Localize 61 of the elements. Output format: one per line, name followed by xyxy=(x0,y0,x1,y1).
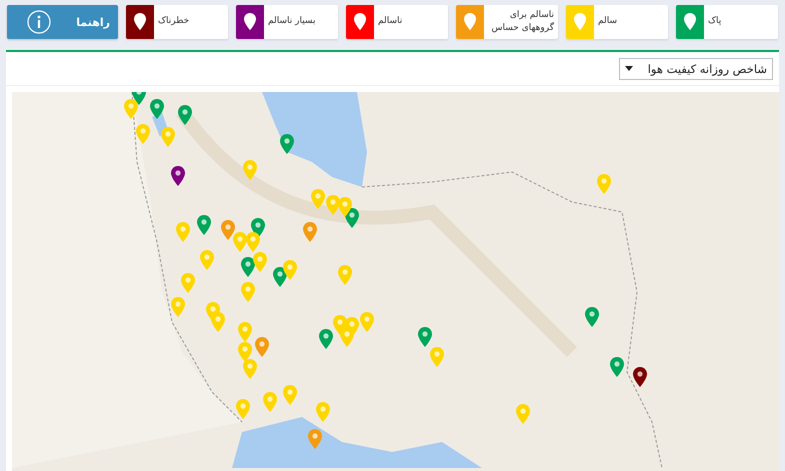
map-marker-icon[interactable] xyxy=(253,252,267,272)
map-marker-icon[interactable] xyxy=(171,166,185,186)
map-marker-icon[interactable] xyxy=(283,385,297,406)
map-marker-icon[interactable] xyxy=(150,99,164,120)
map-marker-icon[interactable] xyxy=(418,327,432,348)
map-marker-icon[interactable] xyxy=(238,342,252,362)
map-marker-icon[interactable] xyxy=(161,127,175,148)
help-button[interactable]: راهنما xyxy=(7,5,118,39)
map-marker-icon[interactable] xyxy=(610,357,624,378)
map-marker-icon[interactable] xyxy=(430,347,444,368)
map-marker-icon[interactable] xyxy=(316,402,330,422)
map-marker-icon[interactable] xyxy=(283,260,297,280)
map-marker-icon[interactable] xyxy=(255,337,269,358)
index-dropdown[interactable]: شاخص روزانه کیفیت هوا xyxy=(619,58,773,80)
map-marker-icon[interactable] xyxy=(241,282,255,302)
map-marker-icon[interactable] xyxy=(243,160,257,180)
legend-label: ناسالم xyxy=(377,15,404,28)
map-marker-icon[interactable] xyxy=(633,367,647,388)
map-marker-icon[interactable] xyxy=(326,195,340,216)
legend-label: پاک xyxy=(707,15,722,28)
map-marker-icon[interactable] xyxy=(246,232,260,252)
location-pin-icon xyxy=(464,13,476,31)
legend-label: سالم xyxy=(597,15,618,28)
map-marker-icon[interactable] xyxy=(319,329,333,350)
map-marker-icon[interactable] xyxy=(124,99,138,120)
legend-label: بسیار ناسالم xyxy=(267,15,316,28)
location-pin-icon xyxy=(134,13,146,31)
map-marker-icon[interactable] xyxy=(200,250,214,270)
caret-icon xyxy=(625,66,633,71)
map-marker-icon[interactable] xyxy=(178,105,192,126)
map-marker-icon[interactable] xyxy=(238,322,252,342)
map-marker-icon[interactable] xyxy=(338,265,352,286)
map-marker-icon[interactable] xyxy=(241,257,255,278)
location-pin-icon xyxy=(574,13,586,31)
map-marker-icon[interactable] xyxy=(233,232,247,252)
map-marker-icon[interactable] xyxy=(338,197,352,218)
map-marker-icon[interactable] xyxy=(340,327,354,348)
map-marker-icon[interactable] xyxy=(360,312,374,332)
map-marker-icon[interactable] xyxy=(136,124,150,144)
map-marker-icon[interactable] xyxy=(171,297,185,318)
map-marker-icon[interactable] xyxy=(263,392,277,412)
location-pin-icon xyxy=(244,13,256,31)
map-marker-icon[interactable] xyxy=(303,222,317,242)
map-marker-icon[interactable] xyxy=(236,399,250,420)
info-icon xyxy=(27,10,51,34)
map-marker-icon[interactable] xyxy=(181,273,195,294)
map-marker-icon[interactable] xyxy=(211,312,225,332)
map-marker-icon[interactable] xyxy=(221,220,235,240)
map-marker-icon[interactable] xyxy=(197,215,211,236)
map-marker-icon[interactable] xyxy=(311,189,325,210)
map-marker-icon[interactable] xyxy=(585,307,599,328)
legend-label: خطرناک xyxy=(157,15,190,28)
legend-label: ناسالم برای گروههای حساس xyxy=(490,8,555,35)
map-marker-icon[interactable] xyxy=(243,359,257,380)
map-marker-icon[interactable] xyxy=(516,404,530,424)
map-marker-icon[interactable] xyxy=(280,134,294,154)
map-marker-icon[interactable] xyxy=(308,429,322,450)
location-pin-icon xyxy=(354,13,366,31)
location-pin-icon xyxy=(684,13,696,31)
map-marker-icon[interactable] xyxy=(176,222,190,242)
map-marker-icon[interactable] xyxy=(597,174,611,194)
